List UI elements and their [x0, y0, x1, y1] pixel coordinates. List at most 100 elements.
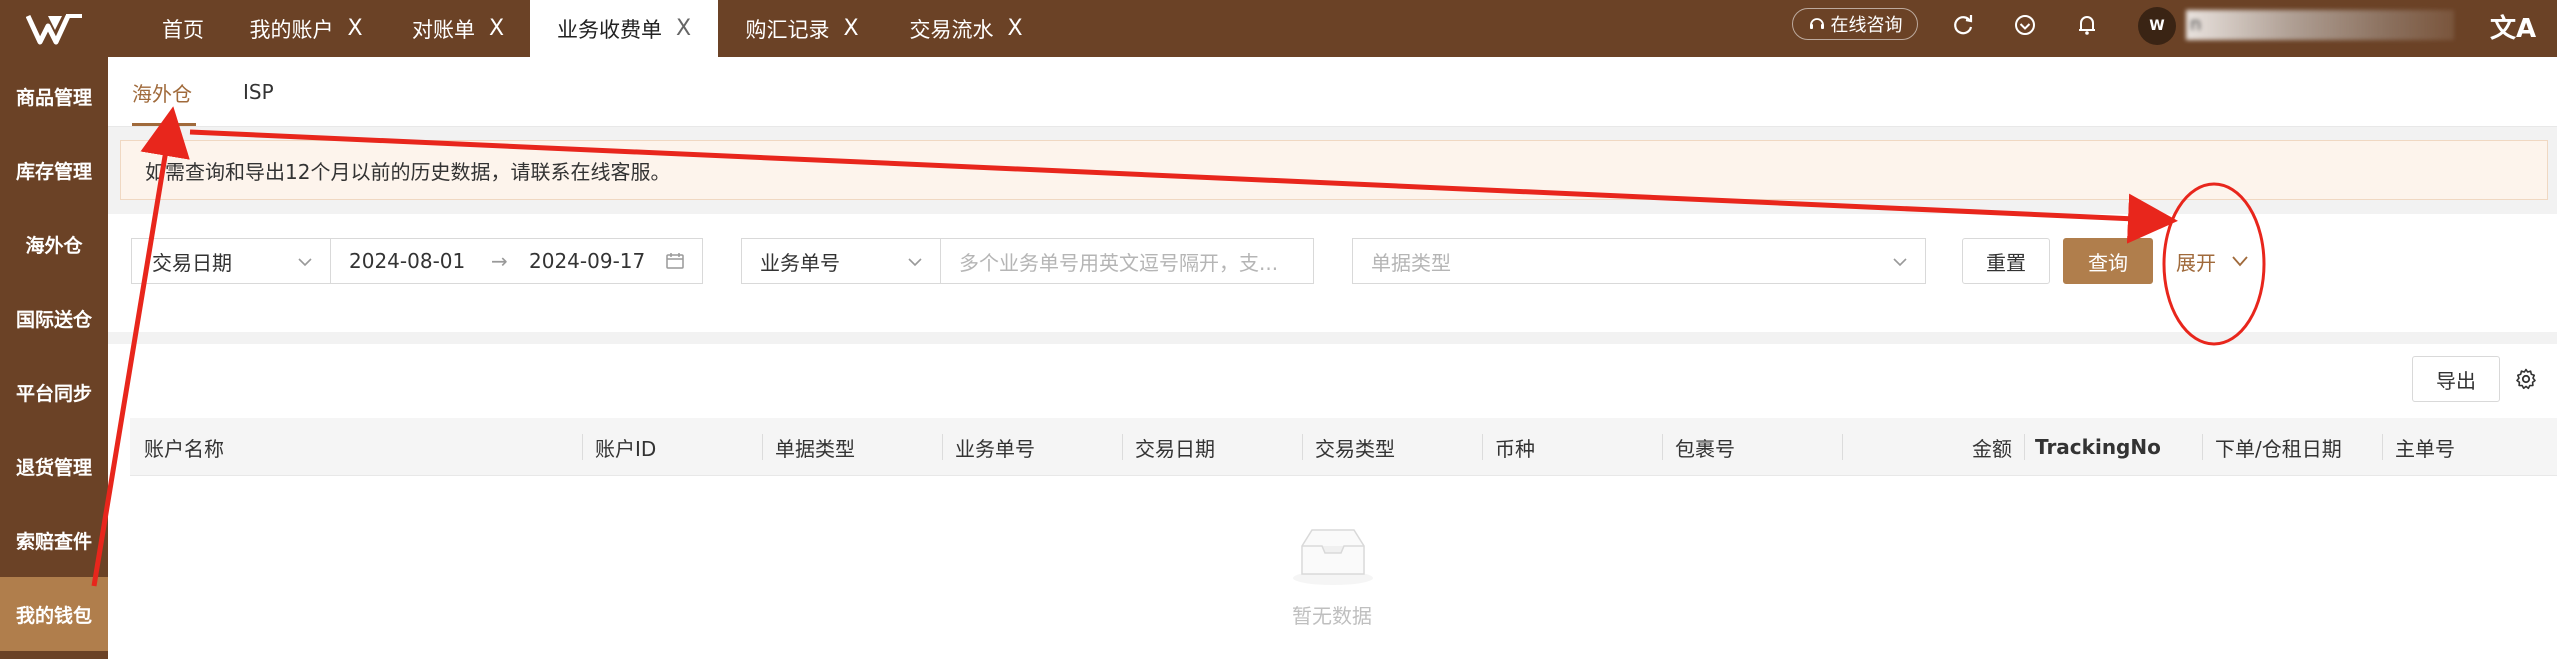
close-icon[interactable]: X: [676, 17, 691, 40]
column-divider: [762, 434, 763, 460]
date-end-input[interactable]: 2024-09-17: [529, 249, 645, 273]
tab-label: 交易流水: [909, 17, 994, 42]
order-field-value: 业务单号: [760, 250, 840, 275]
sidebar-item-label: 商品管理: [15, 86, 92, 109]
table-header: 账户名称 账户ID 单据类型 业务单号 交易日期 交易类型 币种 包裹号 金额 …: [130, 418, 2557, 476]
top-bar: 首页 我的账户 X 对账单 X 业务收费单 X 购汇记录 X 交易流水 X 在线…: [0, 0, 2557, 57]
calendar-icon: [666, 253, 684, 269]
sidebar-item-inventory-management[interactable]: 库存管理: [0, 133, 108, 207]
expand-filters-link[interactable]: 展开: [2176, 238, 2250, 284]
sidebar-item-label: 国际送仓: [15, 308, 92, 331]
empty-state-text: 暂无数据: [1292, 604, 1372, 628]
column-header-package-no[interactable]: 包裹号: [1675, 418, 1735, 476]
sidebar-item-label: 退货管理: [15, 456, 92, 479]
column-header-account-id[interactable]: 账户ID: [595, 418, 656, 476]
column-divider: [582, 434, 583, 460]
online-consult-button[interactable]: 在线咨询: [1792, 8, 1918, 40]
column-divider: [942, 434, 943, 460]
tab-label: 购汇记录: [745, 17, 830, 42]
column-header-account-name[interactable]: 账户名称: [144, 418, 224, 476]
sidebar-item-returns-management[interactable]: 退货管理: [0, 429, 108, 503]
subtab-isp[interactable]: ISP: [243, 57, 274, 127]
sidebar-item-international-delivery[interactable]: 国际送仓: [0, 281, 108, 355]
tab-label: 我的账户: [249, 17, 334, 42]
notification-bell-icon[interactable]: [2074, 12, 2100, 38]
export-button[interactable]: 导出: [2412, 356, 2500, 402]
column-header-tracking-no[interactable]: TrackingNo: [2035, 418, 2161, 476]
subtab-label: ISP: [243, 80, 274, 104]
feedback-icon[interactable]: [2012, 12, 2038, 38]
history-data-notice: 如需查询和导出12个月以前的历史数据，请联系在线客服。: [120, 140, 2548, 200]
chevron-down-icon: [908, 258, 922, 267]
reset-button[interactable]: 重置: [1962, 238, 2050, 284]
column-header-order-storage-date[interactable]: 下单/仓租日期: [2215, 418, 2342, 476]
close-icon[interactable]: X: [489, 17, 504, 40]
close-icon[interactable]: X: [843, 17, 858, 40]
sub-tabs: 海外仓 ISP: [108, 57, 2557, 127]
username-text: n: [2190, 14, 2202, 35]
reset-label: 重置: [1986, 250, 2026, 275]
gear-icon[interactable]: [2514, 367, 2538, 391]
tab-my-account[interactable]: 我的账户 X: [226, 0, 386, 57]
sidebar-item-claims-tracking[interactable]: 索赔查件: [0, 503, 108, 577]
column-divider: [1482, 434, 1483, 460]
close-icon[interactable]: X: [347, 17, 362, 40]
close-icon[interactable]: X: [1007, 17, 1022, 40]
column-divider: [2382, 434, 2383, 460]
query-label: 查询: [2088, 250, 2128, 275]
doc-type-select[interactable]: 单据类型: [1352, 238, 1926, 284]
headset-icon: [1809, 18, 1824, 29]
date-type-select[interactable]: 交易日期: [131, 238, 331, 284]
expand-label: 展开: [2176, 250, 2216, 275]
chevron-down-icon: [298, 258, 312, 267]
refresh-icon[interactable]: [1950, 12, 1976, 38]
tab-transaction-flow[interactable]: 交易流水 X: [886, 0, 1046, 57]
query-button[interactable]: 查询: [2063, 238, 2153, 284]
order-field-select[interactable]: 业务单号: [741, 238, 941, 284]
column-header-doc-type[interactable]: 单据类型: [775, 418, 855, 476]
column-divider: [2202, 434, 2203, 460]
tab-home[interactable]: 首页: [140, 0, 226, 57]
order-number-input[interactable]: 多个业务单号用英文逗号隔开，支...: [940, 238, 1314, 284]
column-header-transaction-type[interactable]: 交易类型: [1315, 418, 1395, 476]
sidebar-item-label: 索赔查件: [15, 530, 92, 553]
column-header-master-order-no[interactable]: 主单号: [2395, 418, 2455, 476]
subtab-overseas-warehouse[interactable]: 海外仓: [132, 57, 192, 127]
column-header-business-order-no[interactable]: 业务单号: [955, 418, 1035, 476]
sidebar: 商品管理 库存管理 海外仓 国际送仓 平台同步 退货管理 索赔查件 我的钱包: [0, 57, 108, 659]
username-blurred[interactable]: n: [2186, 10, 2454, 40]
tab-statement[interactable]: 对账单 X: [386, 0, 530, 57]
range-arrow: →: [491, 249, 508, 273]
empty-box-icon: [1293, 529, 1373, 585]
column-divider: [1842, 434, 1843, 460]
chevron-down-icon: [2232, 256, 2248, 267]
avatar[interactable]: W: [2138, 7, 2176, 45]
sidebar-item-product-management[interactable]: 商品管理: [0, 59, 108, 133]
doc-type-placeholder: 单据类型: [1371, 250, 1451, 275]
subtab-label: 海外仓: [132, 81, 192, 106]
column-header-amount[interactable]: 金额: [1968, 418, 2012, 476]
tab-business-fee-bill[interactable]: 业务收费单 X: [530, 0, 718, 57]
export-label: 导出: [2436, 368, 2476, 393]
sidebar-item-label: 我的钱包: [15, 604, 92, 627]
sidebar-item-platform-sync[interactable]: 平台同步: [0, 355, 108, 429]
date-start-input[interactable]: 2024-08-01: [349, 249, 465, 273]
brand-logo-icon[interactable]: [26, 12, 84, 46]
date-type-value: 交易日期: [152, 250, 232, 275]
active-subtab-indicator: [132, 123, 196, 126]
sidebar-item-overseas-warehouse[interactable]: 海外仓: [0, 207, 108, 281]
column-header-transaction-date[interactable]: 交易日期: [1135, 418, 1215, 476]
sidebar-item-label: 库存管理: [15, 160, 92, 183]
notice-text: 如需查询和导出12个月以前的历史数据，请联系在线客服。: [145, 159, 671, 184]
sidebar-item-label: 海外仓: [25, 234, 83, 257]
date-range-picker[interactable]: 2024-08-01 → 2024-09-17: [330, 238, 703, 284]
column-header-currency[interactable]: 币种: [1495, 418, 1535, 476]
avatar-text: W: [2149, 18, 2165, 34]
sidebar-item-my-wallet[interactable]: 我的钱包: [0, 577, 108, 651]
column-divider: [2024, 434, 2025, 460]
page-tabs: 首页 我的账户 X 对账单 X 业务收费单 X 购汇记录 X 交易流水 X: [140, 0, 1046, 57]
tab-fx-purchase-records[interactable]: 购汇记录 X: [718, 0, 886, 57]
chevron-down-icon: [1893, 258, 1907, 267]
order-number-placeholder: 多个业务单号用英文逗号隔开，支...: [959, 250, 1279, 275]
language-switch-icon[interactable]: 文A: [2490, 8, 2536, 45]
